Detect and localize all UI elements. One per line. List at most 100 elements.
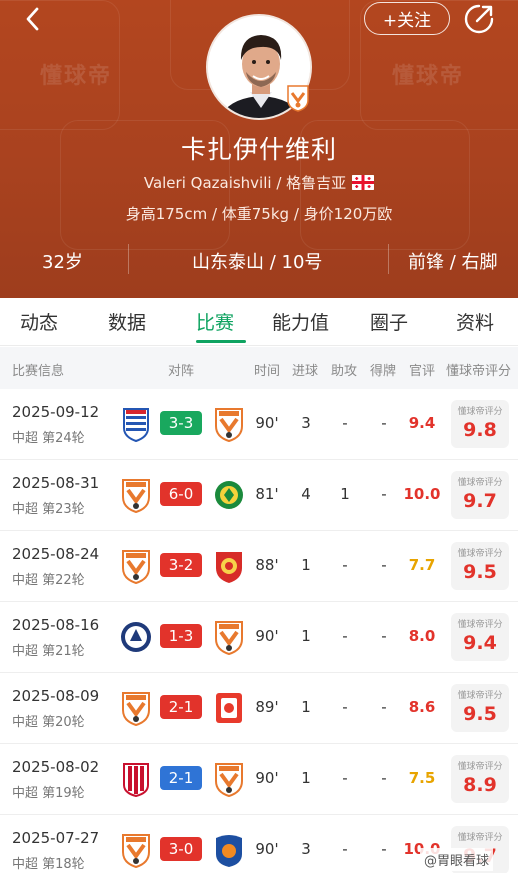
cards-count: - [381,414,387,432]
divider [128,244,129,274]
home-team-crest-icon [120,761,152,798]
header-match-info: 比赛信息 [12,364,65,379]
home-team-crest-icon [120,548,152,585]
follow-button[interactable]: +关注 [364,2,450,35]
match-date: 2025-08-09 [12,687,100,705]
back-arrow-icon[interactable] [18,4,48,34]
georgia-flag-icon [352,175,375,190]
match-round: 中超 第23轮 [12,502,85,517]
dqd-rating-value: 9.5 [463,561,497,583]
cards-count: - [381,840,387,858]
dqd-rating-box[interactable]: 懂球帝评分 9.5 [451,542,509,590]
assists-count: - [342,556,348,574]
match-row[interactable]: 2025-08-24 中超 第22轮 3-2 88' 1 - - 7.7 懂球帝评分 9.5 [0,531,518,602]
dqd-rating-value: 9.5 [463,703,497,725]
goals-count: 1 [301,769,311,787]
match-row[interactable]: 2025-09-12 中超 第24轮 3-3 90' 3 - - 9.4 懂球帝评分 9.8 [0,389,518,460]
home-team-crest-icon [120,619,152,655]
away-team-crest-icon [213,761,245,798]
player-physical-stats: 身高175cm / 体重75kg / 身价120万欧 [125,205,393,223]
assists-count: - [342,414,348,432]
match-round: 中超 第20轮 [12,715,85,730]
match-score-badge: 3-3 [160,411,202,435]
watermark-right: 懂球帝 [392,64,465,89]
tab-ability[interactable]: 能力值 [272,308,329,335]
cards-count: - [381,556,387,574]
match-score-badge: 2-1 [160,695,202,719]
tab-feed[interactable]: 动态 [20,308,58,335]
header-assists: 助攻 [331,364,358,379]
away-team-crest-icon [213,406,245,443]
match-round: 中超 第24轮 [12,431,85,446]
home-team-crest-icon [120,690,152,727]
player-name: 卡扎伊什维利 [180,135,337,164]
share-icon[interactable] [462,2,496,36]
minutes-played: 90' [255,414,279,432]
tab-matches[interactable]: 比赛 [196,308,234,335]
assists-count: 1 [340,485,350,503]
away-team-crest-icon [213,477,245,513]
cards-count: - [381,698,387,716]
player-subtitle: Valeri Qazaishvili / 格鲁吉亚 [0,172,518,193]
header-cards: 得牌 [370,364,397,379]
tab-profile[interactable]: 资料 [456,308,494,335]
away-team-crest-icon [213,548,245,584]
assists-count: - [342,627,348,645]
match-row[interactable]: 2025-08-16 中超 第21轮 1-3 90' 1 - - 8.0 懂球帝评分 9.4 [0,602,518,673]
goals-count: 1 [301,698,311,716]
official-rating: 8.6 [408,698,436,716]
official-rating: 10.0 [403,485,441,503]
match-date: 2025-07-27 [12,829,100,847]
match-row[interactable]: 2025-08-31 中超 第23轮 6-0 81' 4 1 -10.0 懂球帝评分 9.7 [0,460,518,531]
tab-bar: 动态 数据 比赛 能力值 圈子 资料 [0,298,518,346]
match-round: 中超 第22轮 [12,573,85,588]
match-score-badge: 3-2 [160,553,202,577]
match-score-badge: 3-0 [160,837,202,861]
match-date: 2025-08-16 [12,616,100,634]
cards-count: - [381,485,387,503]
dqd-rating-box[interactable]: 懂球帝评分 9.7 [451,471,509,519]
player-info-row: 32岁 山东泰山 / 10号 前锋 / 右脚 [0,240,518,280]
home-team-crest-icon [120,477,152,514]
goals-count: 3 [301,414,311,432]
away-team-crest-icon [213,619,245,656]
dqd-rating-value: 9.8 [463,419,497,441]
player-age: 32岁 [42,252,83,273]
match-round: 中超 第21轮 [12,644,85,659]
header-matchup: 对阵 [168,364,195,379]
dqd-rating-box[interactable]: 懂球帝评分 8.9 [451,755,509,803]
minutes-played: 90' [255,840,279,858]
assists-count: - [342,840,348,858]
home-team-crest-icon [120,406,152,443]
dqd-rating-value: 9.4 [463,632,497,654]
divider [388,244,389,274]
dqd-rating-label: 懂球帝评分 [457,691,503,701]
match-row[interactable]: 2025-08-02 中超 第19轮 2-1 90' 1 - - 7.5 懂球帝评分 8.9 [0,744,518,815]
home-team-crest-icon [120,832,152,869]
player-english-name-nationality: Valeri Qazaishvili / 格鲁吉亚 [143,174,347,192]
header-dqd-rating: 懂球帝评分 [446,364,512,379]
official-rating: 7.5 [408,769,436,787]
dqd-rating-label: 懂球帝评分 [457,549,503,559]
cards-count: - [381,627,387,645]
match-score-badge: 1-3 [160,624,202,648]
match-date: 2025-08-02 [12,758,100,776]
assists-count: - [342,769,348,787]
away-team-crest-icon [213,690,245,726]
match-round: 中超 第18轮 [12,857,85,872]
dqd-rating-box[interactable]: 懂球帝评分 9.8 [451,400,509,448]
match-table-header: 比赛信息 对阵 时间 进球 助攻 得牌 官评 懂球帝评分 [0,347,518,389]
header-official-rating: 官评 [409,364,436,379]
player-club-number[interactable]: 山东泰山 / 10号 [192,248,322,274]
dqd-rating-box[interactable]: 懂球帝评分 9.4 [451,613,509,661]
match-score-badge: 6-0 [160,482,202,506]
minutes-played: 88' [255,556,279,574]
tab-data[interactable]: 数据 [108,308,146,335]
match-date: 2025-08-24 [12,545,100,563]
dqd-rating-box[interactable]: 懂球帝评分 9.5 [451,684,509,732]
minutes-played: 89' [255,698,279,716]
active-tab-indicator [196,340,246,343]
minutes-played: 81' [255,485,279,503]
tab-circle[interactable]: 圈子 [370,308,408,335]
match-row[interactable]: 2025-08-09 中超 第20轮 2-1 89' 1 - - 8.6 懂球帝评分 9.5 [0,673,518,744]
